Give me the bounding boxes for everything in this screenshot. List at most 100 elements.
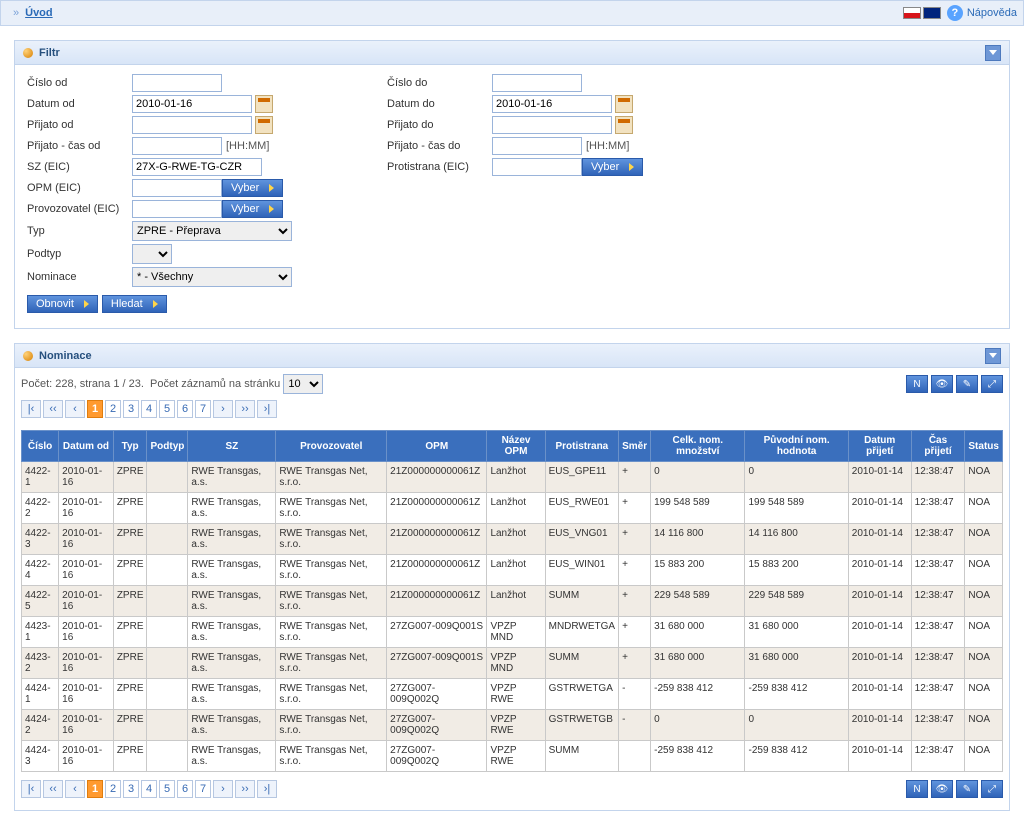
prijato-cas-do-input[interactable] (492, 137, 582, 155)
table-cell: 14 116 800 (651, 524, 745, 555)
table-header[interactable]: Podtyp (147, 431, 188, 462)
vyber-opm-button[interactable]: Vyber (222, 179, 283, 197)
tool-n-icon[interactable]: N (906, 780, 928, 798)
prijato-cas-od-input[interactable] (132, 137, 222, 155)
table-row[interactable]: 4422-42010-01-16ZPRERWE Transgas, a.s.RW… (22, 555, 1003, 586)
page-next-button[interactable]: › (213, 780, 233, 798)
page-first-button[interactable]: |‹ (21, 780, 41, 798)
page-number-button[interactable]: 5 (159, 400, 175, 418)
page-number-button[interactable]: 4 (141, 780, 157, 798)
table-header[interactable]: OPM (387, 431, 487, 462)
breadcrumb-home[interactable]: Úvod (25, 7, 53, 19)
page-number-button[interactable]: 1 (87, 780, 103, 798)
typ-select[interactable]: ZPRE - Přeprava (132, 221, 292, 241)
cislo-do-input[interactable] (492, 74, 582, 92)
per-page-select[interactable]: 10 (283, 374, 323, 394)
nominace-panel: Nominace Počet: 228, strana 1 / 23. Poče… (14, 343, 1010, 811)
table-cell: VPZP MND (487, 617, 545, 648)
page-next-button[interactable]: › (213, 400, 233, 418)
table-header[interactable]: Směr (619, 431, 651, 462)
table-row[interactable]: 4422-52010-01-16ZPRERWE Transgas, a.s.RW… (22, 586, 1003, 617)
page-number-button[interactable]: 6 (177, 780, 193, 798)
vyber-provozovatel-button[interactable]: Vyber (222, 200, 283, 218)
table-row[interactable]: 4422-22010-01-16ZPRERWE Transgas, a.s.RW… (22, 493, 1003, 524)
tool-view-icon[interactable]: 👁 (931, 375, 953, 393)
hledat-button[interactable]: Hledat (102, 295, 167, 313)
table-row[interactable]: 4422-32010-01-16ZPRERWE Transgas, a.s.RW… (22, 524, 1003, 555)
page-number-button[interactable]: 6 (177, 400, 193, 418)
page-prev2-button[interactable]: ‹‹ (43, 780, 63, 798)
datum-do-input[interactable] (492, 95, 612, 113)
lbl-podtyp: Podtyp (27, 248, 132, 260)
page-number-button[interactable]: 7 (195, 400, 211, 418)
tool-expand-icon[interactable]: ⤢ (981, 780, 1003, 798)
page-last-button[interactable]: ›| (257, 400, 277, 418)
tool-expand-icon[interactable]: ⤢ (981, 375, 1003, 393)
tool-edit-icon[interactable]: ✎ (956, 780, 978, 798)
table-row[interactable]: 4422-12010-01-16ZPRERWE Transgas, a.s.RW… (22, 462, 1003, 493)
tool-edit-icon[interactable]: ✎ (956, 375, 978, 393)
table-header[interactable]: Provozovatel (276, 431, 387, 462)
page-next2-button[interactable]: ›› (235, 400, 255, 418)
table-cell: RWE Transgas Net, s.r.o. (276, 710, 387, 741)
table-row[interactable]: 4423-12010-01-16ZPRERWE Transgas, a.s.RW… (22, 617, 1003, 648)
vyber-protistrana-button[interactable]: Vyber (582, 158, 643, 176)
table-header[interactable]: Původní nom. hodnota (745, 431, 848, 462)
page-number-button[interactable]: 4 (141, 400, 157, 418)
obnovit-button[interactable]: Obnovit (27, 295, 98, 313)
page-number-button[interactable]: 1 (87, 400, 103, 418)
flag-uk-icon[interactable] (923, 7, 941, 19)
page-prev-button[interactable]: ‹ (65, 780, 85, 798)
table-header[interactable]: Název OPM (487, 431, 545, 462)
table-row[interactable]: 4424-12010-01-16ZPRERWE Transgas, a.s.RW… (22, 679, 1003, 710)
collapse-icon[interactable] (985, 348, 1001, 364)
table-row[interactable]: 4424-32010-01-16ZPRERWE Transgas, a.s.RW… (22, 741, 1003, 772)
page-prev-button[interactable]: ‹ (65, 400, 85, 418)
collapse-icon[interactable] (985, 45, 1001, 61)
page-first-button[interactable]: |‹ (21, 400, 41, 418)
table-row[interactable]: 4424-22010-01-16ZPRERWE Transgas, a.s.RW… (22, 710, 1003, 741)
table-header[interactable]: Typ (113, 431, 147, 462)
help-button[interactable]: ? Nápověda (947, 5, 1017, 21)
table-cell: -259 838 412 (745, 741, 848, 772)
prijato-do-input[interactable] (492, 116, 612, 134)
flag-cz-icon[interactable] (903, 7, 921, 19)
calendar-icon[interactable] (255, 95, 273, 113)
provozovatel-input[interactable] (132, 200, 222, 218)
tool-view-icon[interactable]: 👁 (931, 780, 953, 798)
table-header[interactable]: SZ (188, 431, 276, 462)
cislo-od-input[interactable] (132, 74, 222, 92)
nominace-select[interactable]: * - Všechny (132, 267, 292, 287)
table-header[interactable]: Datum přijetí (848, 431, 911, 462)
calendar-icon[interactable] (255, 116, 273, 134)
table-cell: 12:38:47 (911, 555, 965, 586)
protistrana-input[interactable] (492, 158, 582, 176)
table-header[interactable]: Protistrana (545, 431, 618, 462)
page-number-button[interactable]: 7 (195, 780, 211, 798)
page-last-button[interactable]: ›| (257, 780, 277, 798)
podtyp-select[interactable] (132, 244, 172, 264)
table-header[interactable]: Číslo (22, 431, 59, 462)
page-prev2-button[interactable]: ‹‹ (43, 400, 63, 418)
tool-n-icon[interactable]: N (906, 375, 928, 393)
table-cell: SUMM (545, 741, 618, 772)
prijato-od-input[interactable] (132, 116, 252, 134)
sz-input[interactable] (132, 158, 262, 176)
calendar-icon[interactable] (615, 95, 633, 113)
table-cell: 12:38:47 (911, 586, 965, 617)
table-row[interactable]: 4423-22010-01-16ZPRERWE Transgas, a.s.RW… (22, 648, 1003, 679)
opm-input[interactable] (132, 179, 222, 197)
page-number-button[interactable]: 2 (105, 780, 121, 798)
table-header[interactable]: Status (965, 431, 1003, 462)
datum-od-input[interactable] (132, 95, 252, 113)
table-header[interactable]: Čas přijetí (911, 431, 965, 462)
table-header[interactable]: Datum od (59, 431, 114, 462)
calendar-icon[interactable] (615, 116, 633, 134)
page-number-button[interactable]: 3 (123, 780, 139, 798)
table-header[interactable]: Celk. nom. množství (651, 431, 745, 462)
page-number-button[interactable]: 2 (105, 400, 121, 418)
page-next2-button[interactable]: ›› (235, 780, 255, 798)
page-number-button[interactable]: 3 (123, 400, 139, 418)
page-number-button[interactable]: 5 (159, 780, 175, 798)
table-cell: 4424-3 (22, 741, 59, 772)
